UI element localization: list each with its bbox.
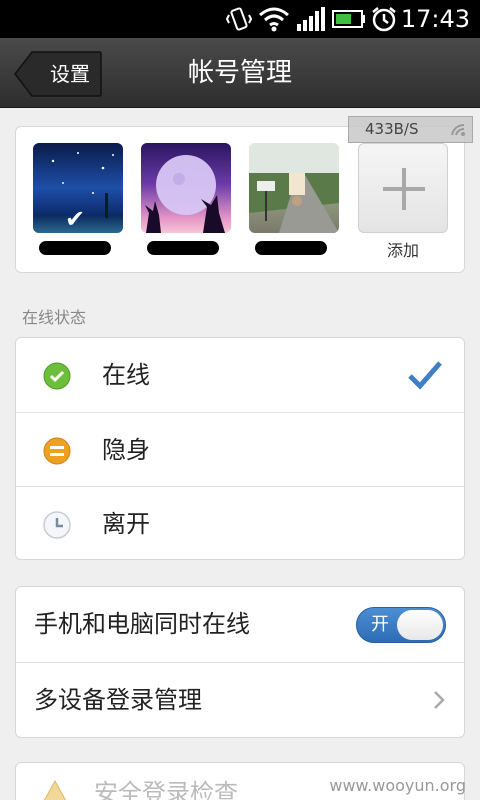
- battery-icon: [332, 10, 365, 28]
- network-speed-text: 433B/S: [365, 120, 419, 138]
- warning-icon: [43, 779, 67, 800]
- avatar-moon-image: [145, 155, 225, 233]
- avatar-road-photo-image: [249, 143, 339, 233]
- status-label-online: 在线: [102, 361, 150, 389]
- signal-icon: [297, 7, 325, 31]
- simultaneous-online-label: 手机和电脑同时在线: [34, 610, 250, 638]
- add-account-button[interactable]: [358, 143, 448, 233]
- status-label-away: 离开: [102, 510, 150, 538]
- plus-icon: [383, 168, 425, 210]
- network-speed-overlay: 433B/S: [348, 116, 473, 143]
- simultaneous-online-row: 手机和电脑同时在线 开: [16, 587, 464, 662]
- invisible-orange-icon: [43, 437, 71, 465]
- online-status-card: 在线 隐身 离开: [15, 337, 465, 560]
- watermark-text: www.wooyun.org: [329, 776, 466, 795]
- selected-checkmark-icon: [408, 361, 442, 390]
- settings-card: 手机和电脑同时在线 开 多设备登录管理: [15, 586, 465, 738]
- status-row-away[interactable]: 离开: [16, 486, 464, 560]
- multi-device-label: 多设备登录管理: [34, 686, 202, 714]
- page-title: 帐号管理: [187, 58, 292, 88]
- account-avatar-1[interactable]: ✔: [33, 143, 123, 233]
- online-status-section-label: 在线状态: [22, 308, 87, 327]
- account-name-1-redacted: [33, 237, 123, 257]
- chevron-right-icon: [434, 691, 445, 709]
- alarm-icon: [372, 7, 396, 32]
- accounts-card: ✔ 添加: [15, 126, 465, 273]
- toggle-on-label: 开: [371, 614, 389, 635]
- title-bar: 设置 帐号管理: [0, 38, 480, 108]
- security-check-label: 安全登录检查: [94, 779, 238, 800]
- account-name-2-redacted: [141, 237, 231, 257]
- account-name-3-redacted: [249, 237, 339, 257]
- wifi-icon: [259, 7, 289, 32]
- away-clock-icon: [43, 511, 71, 539]
- multi-device-row[interactable]: 多设备登录管理: [16, 662, 464, 737]
- status-row-invisible[interactable]: 隐身: [16, 412, 464, 486]
- vibrate-icon: [226, 7, 252, 31]
- status-time: 17:43: [400, 5, 470, 33]
- wifi-mini-icon: [451, 123, 465, 136]
- add-account-label: 添加: [386, 241, 419, 260]
- status-bar: 17:43: [0, 0, 480, 38]
- selected-check-icon: ✔: [65, 205, 86, 233]
- online-green-icon: [43, 362, 71, 390]
- toggle-knob: [397, 610, 443, 640]
- status-row-online[interactable]: 在线: [16, 338, 464, 412]
- simultaneous-online-toggle[interactable]: 开: [356, 607, 446, 643]
- status-label-invisible: 隐身: [102, 436, 150, 464]
- account-avatar-2[interactable]: [141, 143, 231, 233]
- account-avatar-3[interactable]: [249, 143, 339, 233]
